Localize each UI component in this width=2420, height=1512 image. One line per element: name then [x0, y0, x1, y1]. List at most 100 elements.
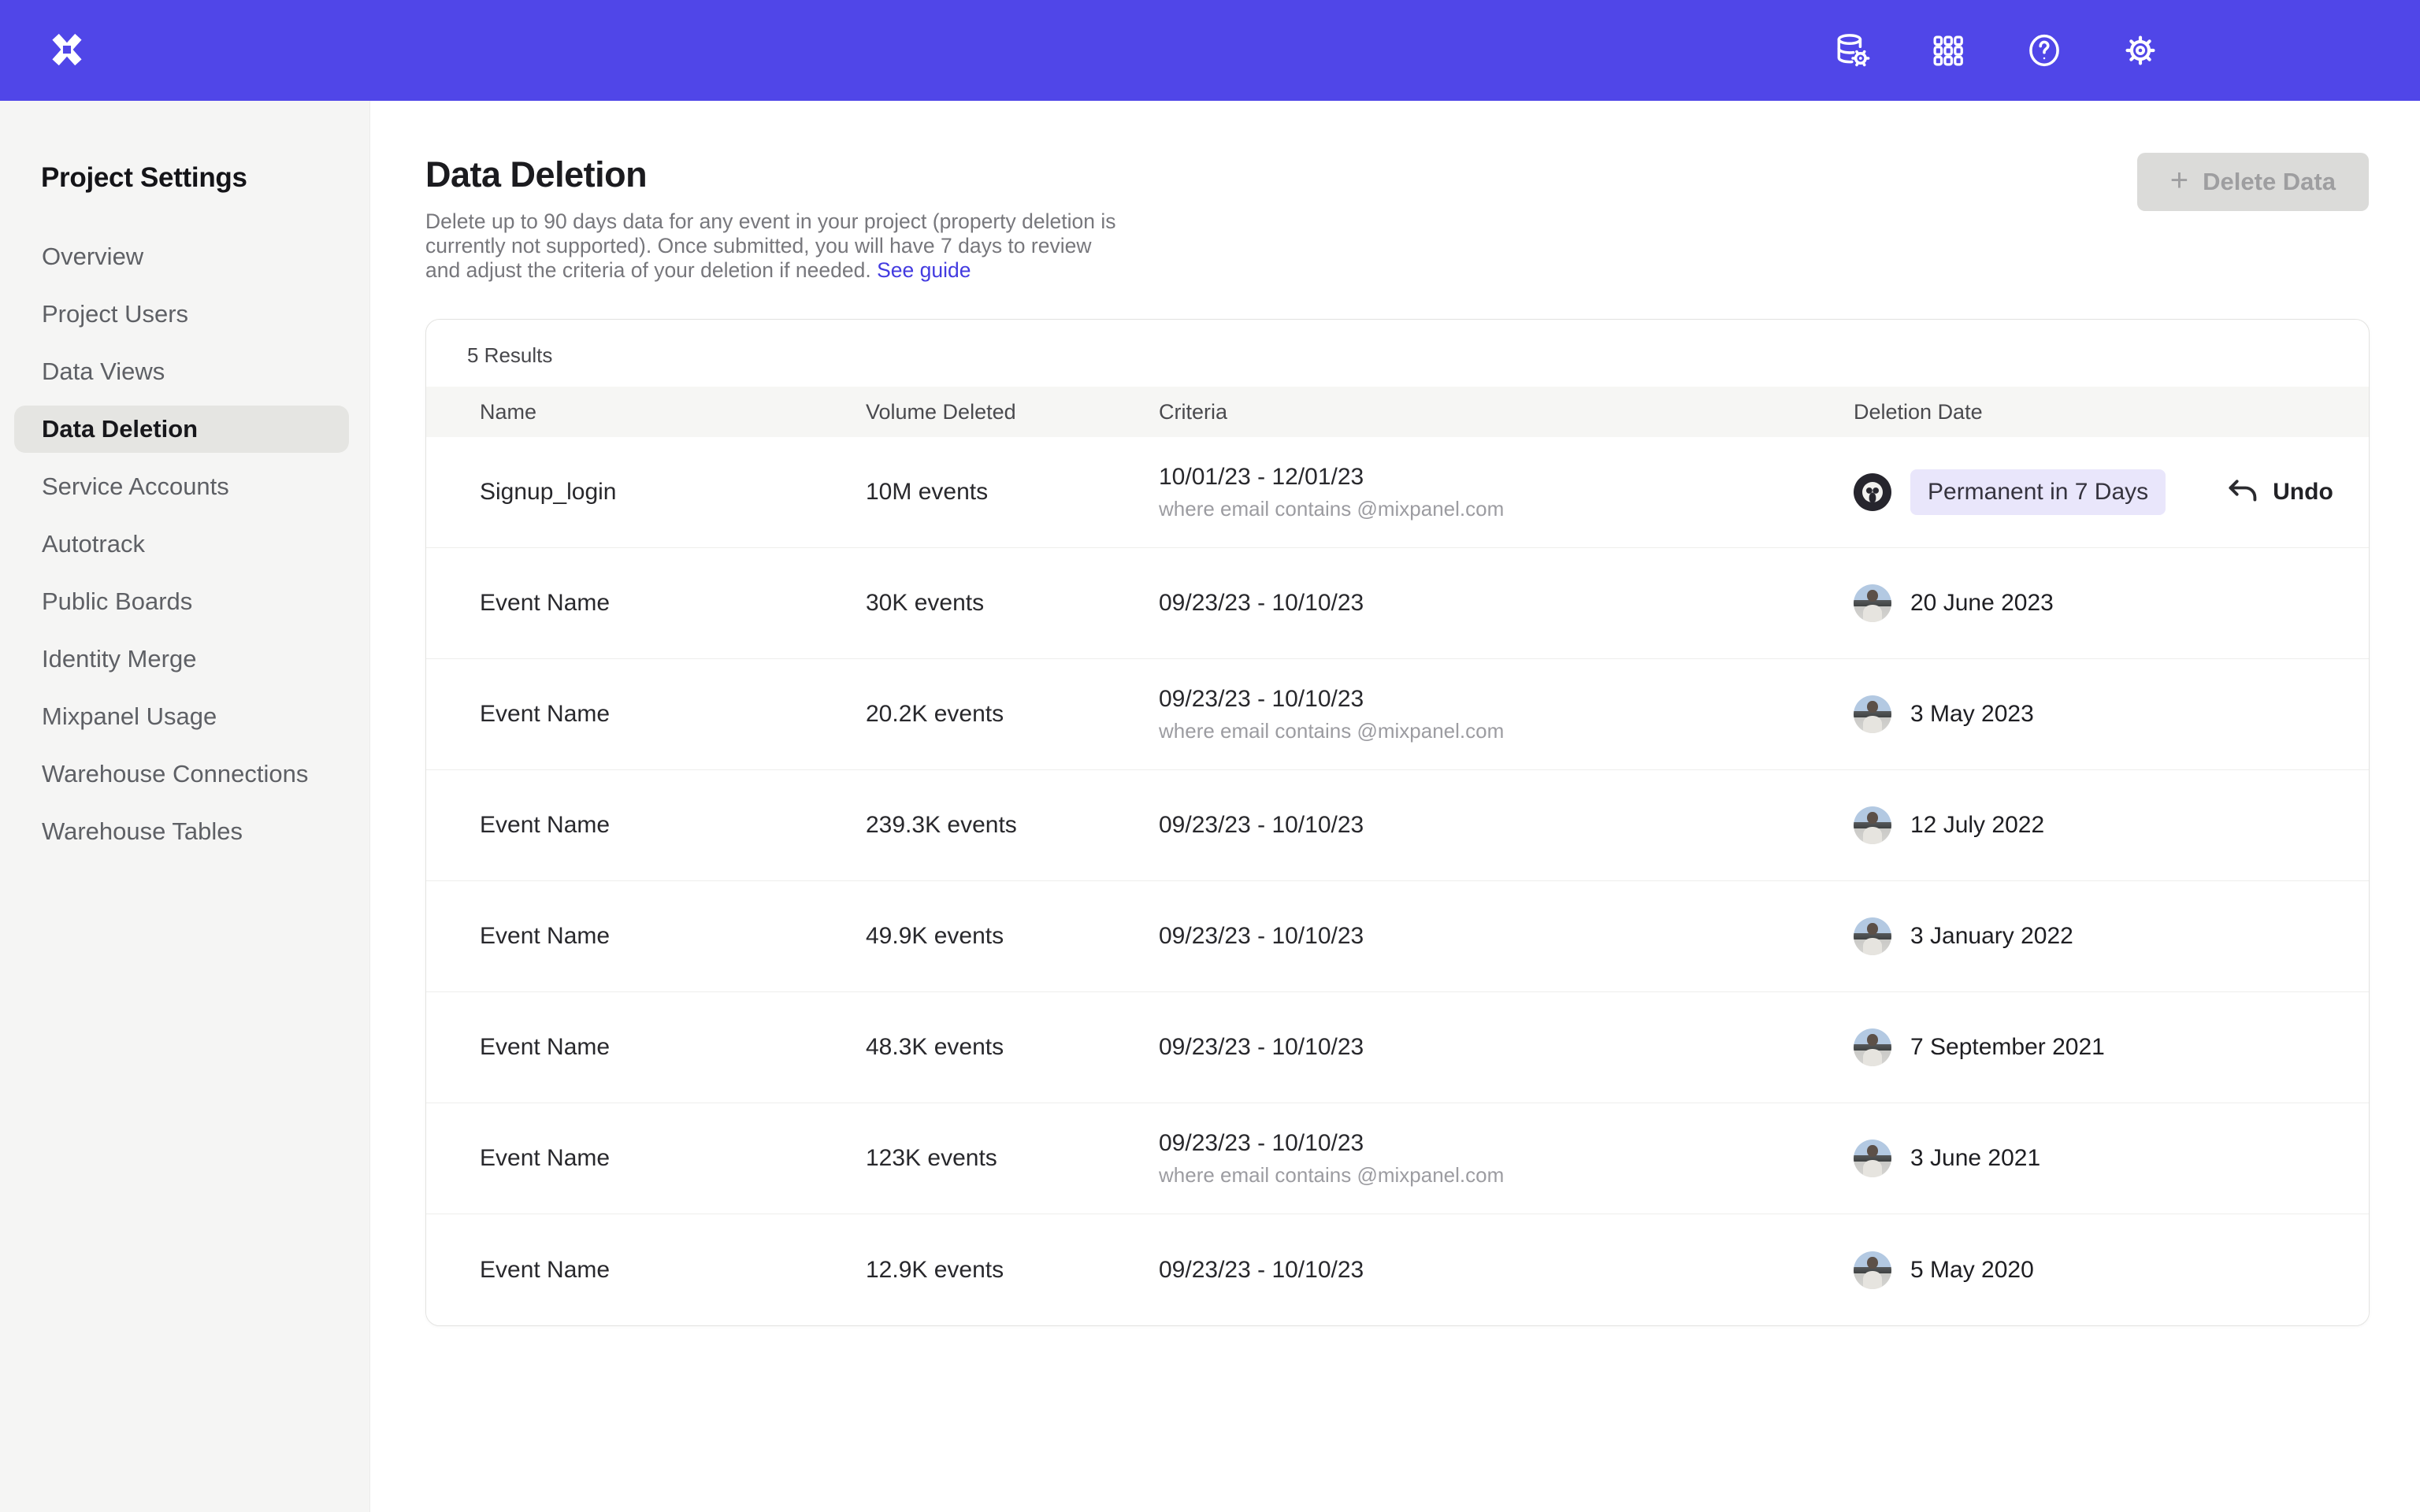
row-event-name: Event Name	[480, 1034, 866, 1061]
criteria-date-range: 09/23/23 - 10/10/23	[1159, 923, 1854, 950]
row-deletion-date: 20 June 2023	[1854, 584, 2369, 622]
criteria-date-range: 10/01/23 - 12/01/23	[1159, 464, 1854, 491]
sidebar-item-autotrack[interactable]: Autotrack	[14, 521, 349, 568]
criteria-date-range: 09/23/23 - 10/10/23	[1159, 1034, 1854, 1061]
row-volume-deleted: 10M events	[866, 479, 1159, 506]
criteria-condition: where email contains @mixpanel.com	[1159, 719, 1854, 743]
sidebar-title: Project Settings	[41, 162, 369, 194]
criteria-date-range: 09/23/23 - 10/10/23	[1159, 686, 1854, 713]
row-volume-deleted: 123K events	[866, 1145, 1159, 1172]
user-avatar	[1854, 1028, 1891, 1066]
sidebar-item-warehouse-tables[interactable]: Warehouse Tables	[14, 808, 349, 855]
settings-button[interactable]	[2121, 31, 2160, 70]
deletion-date-text: 5 May 2020	[1910, 1257, 2034, 1284]
criteria-date-range: 09/23/23 - 10/10/23	[1159, 1130, 1854, 1157]
row-criteria: 10/01/23 - 12/01/23where email contains …	[1159, 464, 1854, 521]
description-text: Delete up to 90 days data for any event …	[425, 209, 1115, 282]
table-row: Signup_login10M events10/01/23 - 12/01/2…	[426, 437, 2369, 548]
settings-sidebar: Project Settings Overview Project Users Da…	[0, 101, 370, 1512]
topbar-icon-group	[1832, 31, 2420, 70]
app-window: Project Settings Overview Project Users Da…	[0, 0, 2420, 1512]
row-event-name: Event Name	[480, 701, 866, 728]
sidebar-item-warehouse-connections[interactable]: Warehouse Connections	[14, 750, 349, 798]
apps-grid-button[interactable]	[1928, 31, 1968, 70]
mixpanel-logo[interactable]	[44, 28, 90, 73]
user-avatar	[1854, 917, 1891, 955]
user-avatar	[1854, 695, 1891, 733]
row-deletion-date: 3 May 2023	[1854, 695, 2369, 733]
status-badge: Permanent in 7 Days	[1910, 469, 2166, 515]
row-deletion-date: Permanent in 7 Days Undo	[1854, 469, 2369, 515]
top-navigation-bar	[0, 0, 2420, 101]
user-avatar	[1854, 1251, 1891, 1289]
sidebar-item-public-boards[interactable]: Public Boards	[14, 578, 349, 625]
mixpanel-x-icon	[48, 31, 86, 71]
column-header-criteria: Criteria	[1159, 400, 1854, 424]
see-guide-link[interactable]: See guide	[877, 258, 971, 282]
row-criteria: 09/23/23 - 10/10/23	[1159, 590, 1854, 617]
table-row: Event Name123K events09/23/23 - 10/10/23…	[426, 1103, 2369, 1214]
row-event-name: Event Name	[480, 1145, 866, 1172]
help-button[interactable]	[2025, 31, 2064, 70]
row-volume-deleted: 12.9K events	[866, 1257, 1159, 1284]
table-row: Event Name239.3K events09/23/23 - 10/10/…	[426, 770, 2369, 881]
delete-data-button-label: Delete Data	[2203, 168, 2336, 196]
table-row: Event Name20.2K events09/23/23 - 10/10/2…	[426, 659, 2369, 770]
column-header-volume: Volume Deleted	[866, 400, 1159, 424]
sidebar-item-identity-merge[interactable]: Identity Merge	[14, 636, 349, 683]
row-volume-deleted: 49.9K events	[866, 923, 1159, 950]
database-gear-icon	[1832, 31, 1872, 70]
row-deletion-date: 7 September 2021	[1854, 1028, 2369, 1066]
main-content: Data Deletion Delete up to 90 days data …	[370, 101, 2420, 1512]
sidebar-item-project-users[interactable]: Project Users	[14, 291, 349, 338]
row-volume-deleted: 30K events	[866, 590, 1159, 617]
results-count: 5 Results	[426, 320, 2369, 387]
row-deletion-date: 3 June 2021	[1854, 1140, 2369, 1177]
deletion-date-text: 7 September 2021	[1910, 1034, 2105, 1061]
user-avatar	[1854, 473, 1891, 511]
user-avatar	[1854, 806, 1891, 844]
row-deletion-date: 3 January 2022	[1854, 917, 2369, 955]
apps-grid-icon	[1930, 32, 1966, 69]
criteria-date-range: 09/23/23 - 10/10/23	[1159, 590, 1854, 617]
table-row: Event Name48.3K events09/23/23 - 10/10/2…	[426, 992, 2369, 1103]
column-header-deletion-date: Deletion Date	[1854, 400, 2369, 424]
gear-icon	[2121, 31, 2160, 70]
deletion-date-text: 3 May 2023	[1910, 701, 2034, 728]
table-row: Event Name49.9K events09/23/23 - 10/10/2…	[426, 881, 2369, 992]
deletion-table-card: 5 Results Name Volume Deleted Criteria D…	[425, 319, 2370, 1326]
row-volume-deleted: 48.3K events	[866, 1034, 1159, 1061]
table-row: Event Name30K events09/23/23 - 10/10/232…	[426, 548, 2369, 659]
sidebar-item-service-accounts[interactable]: Service Accounts	[14, 463, 349, 510]
table-row: Event Name12.9K events09/23/23 - 10/10/2…	[426, 1214, 2369, 1325]
row-criteria: 09/23/23 - 10/10/23	[1159, 812, 1854, 839]
deletion-date-text: 3 June 2021	[1910, 1145, 2040, 1172]
criteria-date-range: 09/23/23 - 10/10/23	[1159, 1257, 1854, 1284]
delete-data-button[interactable]: + Delete Data	[2137, 153, 2369, 211]
undo-label: Undo	[2273, 479, 2333, 506]
table-header-row: Name Volume Deleted Criteria Deletion Da…	[426, 387, 2369, 437]
help-icon	[2025, 31, 2064, 70]
sidebar-item-mixpanel-usage[interactable]: Mixpanel Usage	[14, 693, 349, 740]
row-deletion-date: 12 July 2022	[1854, 806, 2369, 844]
sidebar-item-data-deletion[interactable]: Data Deletion	[14, 406, 349, 453]
row-criteria: 09/23/23 - 10/10/23 where email contains …	[1159, 1130, 1854, 1188]
row-volume-deleted: 239.3K events	[866, 812, 1159, 839]
sidebar-nav: Overview Project Users Data Views Data Dele…	[0, 233, 369, 865]
row-event-name: Event Name	[480, 1257, 866, 1284]
user-avatar	[1854, 1140, 1891, 1177]
row-deletion-date: 5 May 2020	[1854, 1251, 2369, 1289]
undo-button[interactable]: Undo	[2225, 475, 2333, 510]
row-criteria: 09/23/23 - 10/10/23	[1159, 1257, 1854, 1284]
row-event-name: Event Name	[480, 923, 866, 950]
user-avatar	[1854, 584, 1891, 622]
sidebar-item-overview[interactable]: Overview	[14, 233, 349, 280]
table-body: Signup_login10M events10/01/23 - 12/01/2…	[426, 437, 2369, 1325]
criteria-condition: where email contains @mixpanel.com	[1159, 1163, 1854, 1188]
page-title: Data Deletion	[425, 154, 2420, 195]
sidebar-item-data-views[interactable]: Data Views	[14, 348, 349, 395]
row-criteria: 09/23/23 - 10/10/23 where email contains …	[1159, 686, 1854, 743]
criteria-date-range: 09/23/23 - 10/10/23	[1159, 812, 1854, 839]
data-management-button[interactable]	[1832, 31, 1872, 70]
row-event-name: Signup_login	[480, 479, 866, 506]
